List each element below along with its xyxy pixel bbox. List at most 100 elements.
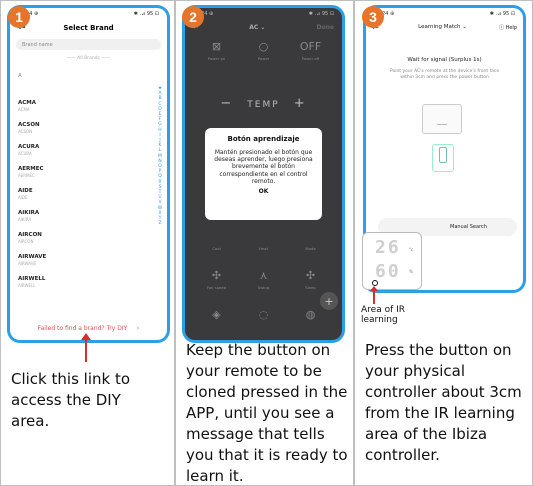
wait-signal-text: Wait for signal (Surplus 1s): [407, 57, 482, 63]
brand-list-item[interactable]: ACMA ACMA: [18, 100, 138, 122]
remote-button-icon: ✣: [305, 269, 316, 282]
step-number-badge: 1: [8, 6, 30, 28]
brand-name: ACURA: [18, 144, 40, 150]
remote-button-icon: [193, 230, 240, 244]
add-button[interactable]: +: [320, 292, 338, 310]
brand-list: ACMA ACMA ACSON ACSON ACURA ACURA AERMEC AERMEC…: [18, 100, 138, 298]
brand-list-item[interactable]: AIRCON AIRCON: [18, 232, 138, 254]
remote-buttons-lower: Cool Heat Mode ✣ Fan speed ⋏ Swing ✣ Sleep ◈ ◌ ◍: [193, 230, 334, 324]
step-panel-2: 11:24 ⊕ ✱ .⊿ 95 ⊡ ← AC ⌄ Done ⊠ Power on ○…: [175, 0, 354, 486]
brand-list-item[interactable]: AIRWAVE AIRWAVE: [18, 254, 138, 276]
brand-subtitle: AERMEC: [18, 173, 35, 178]
brand-subtitle: ACSON: [18, 129, 33, 134]
temp-control: − TEMP +: [185, 96, 342, 111]
step-panel-1: 11:24 ⊕ ✱ .⊿ 95 ⊡ ← Select Brand Brand n…: [0, 0, 175, 486]
temp-plus-button[interactable]: +: [294, 96, 307, 111]
caption-step-2: Keep the button on your remote to be clo…: [186, 341, 348, 485]
brand-list-item[interactable]: AIDE AIDE: [18, 188, 138, 210]
header: ← AC ⌄ Done: [185, 19, 342, 35]
ir-area-label: Area of IR learning: [361, 305, 406, 325]
remote-button[interactable]: Heat: [240, 230, 287, 251]
device-humidity-unit: %: [409, 269, 413, 274]
instructions-text: Point your AC's remote at the device's f…: [389, 69, 500, 80]
brand-name: AERMEC: [18, 166, 44, 172]
status-icons: ✱ .⊿ 95 ⊡: [308, 10, 334, 17]
remote-button[interactable]: ◌: [240, 308, 287, 324]
remote-button[interactable]: ◈: [193, 308, 240, 324]
brand-name: AIRCON: [18, 232, 42, 238]
brand-list-item[interactable]: AIKIRA AIKIRA: [18, 210, 138, 232]
remote-button[interactable]: ✣ Fan speed: [193, 269, 240, 290]
remote-button[interactable]: ⊠ Power on: [193, 40, 240, 61]
all-brands-divider: —— All Brands ——: [66, 56, 111, 61]
brand-list-item[interactable]: ACSON ACSON: [18, 122, 138, 144]
brand-list-item[interactable]: AERMEC AERMEC: [18, 166, 138, 188]
status-icons: ✱ .⊿ 95 ⊡: [489, 10, 515, 17]
remote-button-label: Swing: [257, 285, 270, 290]
done-button[interactable]: Done: [317, 24, 334, 31]
page-title: Select Brand: [63, 24, 114, 32]
brand-name: AIRWELL: [18, 276, 46, 282]
brand-subtitle: AIRCON: [18, 239, 34, 244]
dialog-title: Botón aprendizaje: [227, 135, 300, 143]
phone-screen-select-brand: 11:24 ⊕ ✱ .⊿ 95 ⊡ ← Select Brand Brand n…: [10, 8, 167, 340]
brand-name: ACMA: [18, 100, 37, 106]
device-humidity: 60: [375, 261, 401, 282]
diy-link-text[interactable]: Failed to find a brand? Try DIY: [38, 325, 128, 332]
remote-button-icon: ⋏: [259, 269, 268, 282]
caption-step-1: Click this link to access the DIY area.: [11, 370, 131, 430]
caption-step-3: Press the button on your physical contro…: [365, 341, 522, 464]
brand-subtitle: ACURA: [18, 151, 32, 156]
brand-name: AIKIRA: [18, 210, 40, 216]
help-button[interactable]: ⓘ Help: [499, 24, 517, 31]
alphabet-index-letter[interactable]: Z: [157, 221, 163, 226]
temp-minus-button[interactable]: −: [220, 96, 233, 111]
remote-button[interactable]: ◍: [287, 308, 334, 324]
phone-screen-ac-remote: 11:24 ⊕ ✱ .⊿ 95 ⊡ ← AC ⌄ Done ⊠ Power on ○…: [185, 8, 342, 340]
brand-list-item[interactable]: AIRWELL AIRWELL: [18, 276, 138, 298]
phone-frame: 11:24 ⊕ ✱ .⊿ 95 ⊡ ← AC ⌄ Done ⊠ Power on ○…: [182, 5, 345, 343]
remote-buttons-top: ⊠ Power on ○ Power OFF Power off: [193, 40, 334, 61]
diy-link[interactable]: Failed to find a brand? Try DIY ›: [10, 325, 167, 332]
step-number-badge: 2: [182, 6, 204, 28]
header: ← Select Brand: [10, 19, 167, 37]
device-temperature: 26: [375, 237, 401, 258]
ibiza-controller-device: 26 °c 60 %: [362, 232, 422, 290]
page-title[interactable]: Learning Match ⌄: [386, 24, 499, 30]
brand-subtitle: AIDE: [18, 195, 28, 200]
remote-button-icon: [287, 230, 334, 244]
search-input[interactable]: Brand name: [16, 39, 161, 50]
remote-button-label: Power on: [207, 56, 226, 61]
dialog-body: Mantén presionado el botón que deseas ap…: [214, 149, 313, 185]
remote-button-icon: ◈: [212, 308, 221, 321]
remote-button-label: Fan speed: [206, 285, 227, 290]
remote-pointing-icon: [432, 144, 454, 172]
remote-button[interactable]: ⋏ Swing: [240, 269, 287, 290]
remote-button-label: Cool: [212, 246, 221, 251]
remote-button[interactable]: ○ Power: [240, 40, 287, 61]
brand-list-item[interactable]: ACURA ACURA: [18, 144, 138, 166]
remote-button-icon: OFF: [299, 40, 322, 53]
remote-button-icon: ◌: [258, 308, 269, 321]
remote-button[interactable]: Cool: [193, 230, 240, 251]
dialog-ok-button[interactable]: OK: [211, 188, 316, 195]
status-bar: 11:24 ⊕ ✱ .⊿ 95 ⊡: [185, 8, 342, 19]
remote-button-label: Power: [257, 56, 270, 61]
brand-subtitle: ACMA: [18, 107, 30, 112]
brand-subtitle: AIRWELL: [18, 283, 36, 288]
remote-button-icon: ○: [258, 40, 269, 53]
remote-button[interactable]: Mode: [287, 230, 334, 251]
header: ← Learning Match ⌄ ⓘ Help: [366, 19, 523, 35]
remote-button-label: Power off: [301, 56, 320, 61]
status-bar: 11:24 ⊕ ✱ .⊿ 95 ⊡: [366, 8, 523, 19]
remote-button[interactable]: ✣ Sleep: [287, 269, 334, 290]
remote-button-icon: ✣: [211, 269, 222, 282]
chevron-right-icon: ›: [136, 325, 140, 332]
remote-button-label: Mode: [305, 246, 316, 251]
remote-button-icon: ⊠: [211, 40, 222, 53]
status-icons: ✱ .⊿ 95 ⊡: [133, 10, 159, 17]
remote-button[interactable]: OFF Power off: [287, 40, 334, 61]
page-title[interactable]: AC ⌄: [249, 24, 265, 31]
remote-button-icon: ◍: [305, 308, 316, 321]
alphabet-index[interactable]: ★ A B C D E F G H I J K L M N O P Q R S T U V W X Y Z: [157, 86, 163, 226]
